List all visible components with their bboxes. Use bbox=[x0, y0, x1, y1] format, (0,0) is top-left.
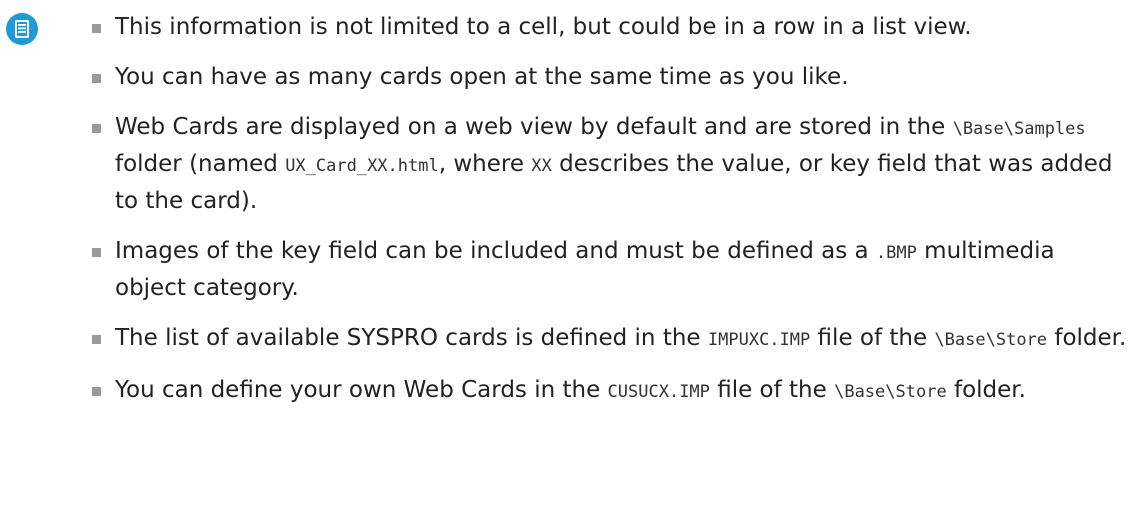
note-text: folder (named bbox=[115, 151, 286, 177]
note-document-icon bbox=[6, 13, 38, 45]
store-folder-path: \Base\Store bbox=[834, 382, 947, 402]
notes-list: This information is not limited to a cel… bbox=[92, 0, 1132, 425]
note-text: folder. bbox=[946, 377, 1026, 403]
bullet-icon bbox=[92, 387, 101, 396]
note-text: , where bbox=[438, 151, 532, 177]
note-text: file of the bbox=[709, 377, 835, 403]
bullet-icon bbox=[92, 124, 101, 133]
card-value-code: XX bbox=[531, 156, 552, 176]
note-text: This information is not limited to a cel… bbox=[115, 14, 972, 40]
bullet-icon bbox=[92, 74, 101, 83]
note-item: This information is not limited to a cel… bbox=[92, 0, 1132, 45]
bullet-icon bbox=[92, 248, 101, 257]
bmp-extension: .BMP bbox=[875, 243, 917, 263]
note-text: You can define your own Web Cards in the bbox=[115, 377, 608, 403]
note-text: file of the bbox=[810, 325, 935, 351]
card-file-name: UX_Card_XX.html bbox=[285, 156, 439, 176]
note-item: Images of the key field can be included … bbox=[92, 234, 1132, 306]
note-text: Images of the key field can be included … bbox=[115, 238, 876, 264]
note-item: The list of available SYSPRO cards is de… bbox=[92, 321, 1132, 358]
note-text: folder. bbox=[1047, 325, 1127, 351]
note-text: Web Cards are displayed on a web view by… bbox=[115, 114, 953, 140]
store-folder-path: \Base\Store bbox=[934, 330, 1048, 350]
note-item: Web Cards are displayed on a web view by… bbox=[92, 110, 1132, 219]
note-item: You can define your own Web Cards in the… bbox=[92, 373, 1132, 410]
note-item: You can have as many cards open at the s… bbox=[92, 60, 1132, 95]
bullet-icon bbox=[92, 24, 101, 33]
bullet-icon bbox=[92, 335, 101, 344]
impuxc-file-name: IMPUXC.IMP bbox=[707, 330, 811, 350]
note-text: The list of available SYSPRO cards is de… bbox=[115, 325, 708, 351]
cusucx-file-name: CUSUCX.IMP bbox=[607, 382, 710, 402]
samples-folder-path: \Base\Samples bbox=[952, 119, 1086, 139]
note-text: You can have as many cards open at the s… bbox=[115, 64, 849, 90]
